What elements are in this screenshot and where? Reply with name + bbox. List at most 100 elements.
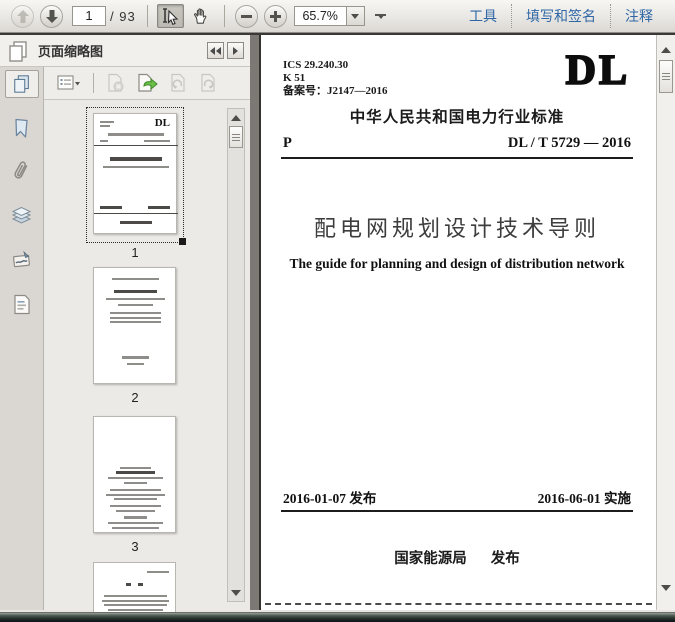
- options-menu-icon: [57, 75, 80, 90]
- page-total-label: / 93: [110, 8, 136, 24]
- panel-header: 页面缩略图: [0, 35, 250, 67]
- minus-icon: [240, 14, 252, 18]
- thumbnail-page-1-label: 1: [131, 245, 139, 260]
- thumbnail-options-button[interactable]: [57, 74, 81, 92]
- select-tool-button[interactable]: [156, 4, 184, 28]
- text-select-cursor-icon: [163, 7, 179, 25]
- tools-menu-button[interactable]: 工具: [455, 6, 511, 26]
- scroll-down-button[interactable]: [229, 586, 243, 599]
- scrollbar-thumb[interactable]: [659, 60, 673, 93]
- selection-handle[interactable]: [179, 238, 186, 245]
- toolbar-more-icon: [375, 13, 387, 16]
- triangle-down-icon: [661, 584, 671, 591]
- rail-item-bookmarks[interactable]: [5, 114, 39, 142]
- toolbar-more-button[interactable]: [375, 13, 387, 19]
- rail-item-notes[interactable]: [5, 290, 39, 318]
- document-title-en: The guide for planning and design of dis…: [289, 256, 625, 271]
- previous-page-button[interactable]: [11, 4, 34, 28]
- document-notes-icon: [13, 294, 30, 314]
- scroll-up-button[interactable]: [229, 111, 243, 124]
- class-letter: P: [283, 135, 292, 151]
- triangle-up-icon: [231, 114, 241, 121]
- page-boundary-dashed-line: [265, 603, 652, 605]
- standard-category-header: 中华人民共和国电力行业标准: [349, 109, 565, 126]
- document-title-cn: 配电网规划设计技术导则: [313, 216, 600, 241]
- rail-item-layers[interactable]: [5, 202, 39, 230]
- scrollbar-thumb[interactable]: [229, 126, 243, 148]
- down-arrow-icon: [45, 9, 58, 23]
- next-page-button[interactable]: [40, 4, 63, 28]
- ics-number: ICS 29.240.30: [283, 59, 349, 71]
- thumbnail-page-2-label: 2: [131, 390, 139, 405]
- publish-label: 发布: [490, 551, 520, 567]
- document-scrollbar[interactable]: [656, 35, 675, 610]
- thumbnails-scrollbar[interactable]: [227, 108, 245, 602]
- window-bottom-edge: [0, 612, 675, 622]
- triangle-up-icon: [661, 46, 671, 53]
- comment-menu-button[interactable]: 注释: [611, 6, 667, 26]
- paperclip-icon: [13, 161, 27, 179]
- rail-item-page-thumbnails[interactable]: [4, 70, 39, 98]
- signature-icon: [12, 250, 30, 268]
- bookmark-icon: [15, 118, 28, 138]
- thumbnails-panel: 页面缩略图 DL 1 2 3: [0, 35, 250, 622]
- ics-block: ICS 29.240.30 K 51 备案号：J2147—2016: [283, 59, 388, 98]
- rail-item-signatures[interactable]: [5, 246, 39, 274]
- hand-tool-button[interactable]: [188, 4, 215, 28]
- thumbnail-page-1[interactable]: DL: [86, 107, 186, 245]
- rotate-left-icon: [171, 73, 185, 92]
- toolbar-separator: [146, 5, 148, 27]
- zoom-in-button[interactable]: [263, 4, 287, 28]
- zoom-out-button[interactable]: [234, 4, 258, 28]
- double-chevron-left-icon: [210, 46, 221, 55]
- page-number-input[interactable]: 1: [72, 6, 106, 26]
- thumbnail-page-3[interactable]: [93, 416, 176, 533]
- thumbnail-page-3-label: 3: [131, 539, 139, 554]
- dates-row: 2016-01-07 发布 2016-06-01 实施: [283, 487, 631, 507]
- pages-icon: [9, 40, 27, 62]
- delete-page-icon: [108, 73, 124, 92]
- chevron-down-icon: [351, 13, 360, 19]
- rotate-right-button[interactable]: [198, 73, 218, 93]
- rotate-right-icon: [201, 73, 215, 92]
- toolbar-separator: [223, 5, 225, 27]
- scroll-down-button[interactable]: [659, 581, 673, 594]
- plus-icon: [269, 10, 281, 22]
- thumbnails-list: DL 1 2 3: [44, 100, 250, 622]
- page-thumbnails-icon: [13, 75, 29, 93]
- standard-number: DL / T 5729 — 2016: [507, 135, 631, 151]
- up-arrow-icon: [16, 9, 29, 23]
- top-toolbar: 1 / 93 65.7% 工具 填写和签名 注释: [0, 0, 675, 33]
- thumbnail-page-1-preview: DL: [93, 113, 178, 234]
- toolbar-right-group: 工具 填写和签名 注释: [455, 4, 667, 28]
- rail-item-attachments[interactable]: [5, 158, 39, 186]
- panel-toolbar-separator: [93, 73, 94, 93]
- rotate-left-button[interactable]: [168, 73, 188, 93]
- record-number: 备案号：J2147—2016: [283, 85, 388, 97]
- sidebar-rail: [0, 67, 44, 610]
- issue-date: 2016-01-07 发布: [283, 491, 377, 506]
- chevron-right-icon: [233, 46, 238, 55]
- scroll-up-button[interactable]: [659, 43, 673, 56]
- zoom-dropdown-button[interactable]: [345, 6, 365, 26]
- panel-body: DL 1 2 3: [0, 67, 250, 622]
- collapse-panel-button[interactable]: [207, 42, 224, 59]
- insert-page-button[interactable]: [136, 73, 158, 93]
- classification-row: P DL / T 5729 — 2016: [283, 135, 631, 152]
- fill-sign-menu-button[interactable]: 填写和签名: [512, 6, 610, 26]
- k-classification: K 51: [283, 72, 306, 84]
- footer-rule: [281, 510, 633, 512]
- delete-page-button[interactable]: [106, 73, 126, 93]
- header-rule: [281, 157, 633, 159]
- publisher-name: 国家能源局: [394, 551, 467, 567]
- publisher-row: 国家能源局 发布: [283, 547, 631, 568]
- zoom-level-input[interactable]: 65.7%: [293, 6, 346, 26]
- main-area: 页面缩略图 DL 1 2 3 ICS 29.240.30 K 51 备案号：J2…: [0, 33, 675, 622]
- panel-splitter[interactable]: [250, 35, 261, 610]
- panel-toolbar: [44, 67, 250, 100]
- hand-icon: [194, 8, 207, 24]
- thumbnail-page-2[interactable]: [93, 267, 176, 384]
- expand-panel-button[interactable]: [227, 42, 244, 59]
- dl-logo: DL: [565, 48, 630, 94]
- implementation-date: 2016-06-01 实施: [537, 491, 631, 506]
